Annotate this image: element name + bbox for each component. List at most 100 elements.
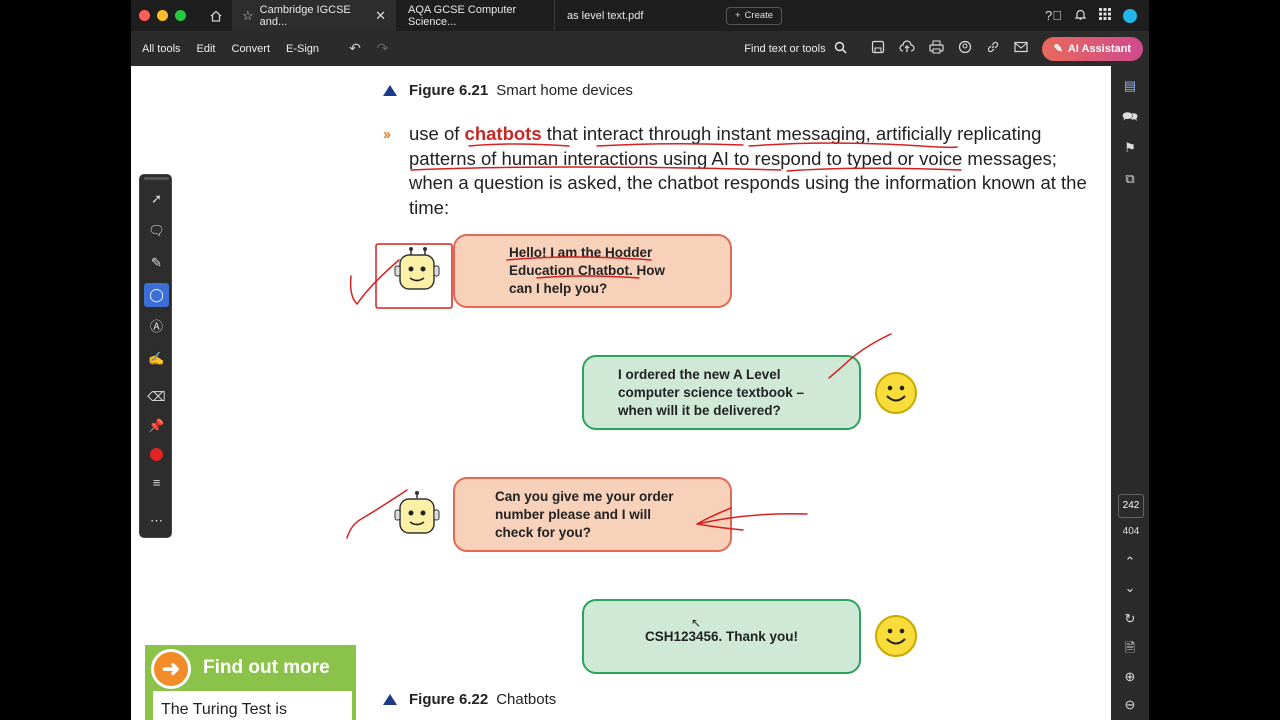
chat-bubble-user-1: I ordered the new A Level computer scien… <box>582 355 861 430</box>
eraser-icon[interactable]: ⌫ <box>144 385 169 409</box>
tab-bar-actions: ?⃝ <box>1045 8 1137 24</box>
chat-text: CSH123456. Thank you! <box>644 628 799 644</box>
search-doc-icon[interactable] <box>958 40 972 57</box>
close-icon[interactable]: ✕ <box>375 8 386 24</box>
pin-icon[interactable]: 📌 <box>144 414 169 438</box>
find-out-more-body: The Turing Test is <box>153 691 352 720</box>
tab-label: as level text.pdf <box>567 9 644 22</box>
keyword-chatbots: chatbots <box>464 123 542 144</box>
chevron-up-icon[interactable]: ⌃ <box>1122 554 1138 570</box>
current-page-field[interactable]: 242 <box>1118 494 1144 518</box>
chat-bubble-bot-1: Hello! I am the Hodder Education Chatbot… <box>453 234 732 308</box>
comments-icon[interactable]: 🗪 <box>1122 109 1138 125</box>
robot-face-icon <box>392 490 442 545</box>
tab-cambridge[interactable]: ☆ Cambridge IGCSE and... ✕ <box>232 0 396 31</box>
find-out-more-title: Find out more <box>203 657 330 678</box>
undo-icon[interactable]: ↶ <box>349 40 361 57</box>
triangle-icon <box>383 85 397 96</box>
color-picker-red[interactable] <box>150 448 163 461</box>
ai-assistant-label: AI Assistant <box>1067 42 1131 55</box>
toolbar-menu: All tools Edit Convert E-Sign <box>142 43 319 55</box>
smiley-face-icon <box>875 372 917 414</box>
chat-text: Can you give me your order number please… <box>495 488 674 540</box>
chevron-down-icon[interactable]: ⌄ <box>1122 580 1138 596</box>
chatbot-paragraph: use of chatbots that interact through in… <box>409 122 1089 220</box>
figure-title: Smart home devices <box>496 82 633 99</box>
toolbar-icons <box>871 40 1028 57</box>
undo-redo-group: ↶ ↷ <box>349 40 388 57</box>
home-icon[interactable] <box>204 4 228 28</box>
select-cursor-icon[interactable]: ➚ <box>144 187 169 211</box>
ai-assistant-button[interactable]: ✎ AI Assistant <box>1041 36 1143 61</box>
chat-text: I ordered the new A Level computer scien… <box>618 366 805 418</box>
window-controls <box>139 10 186 21</box>
plus-icon: + <box>735 10 741 21</box>
avatar[interactable] <box>1123 8 1137 23</box>
esign-button[interactable]: E-Sign <box>286 43 319 55</box>
figure-caption-6-21: Figure 6.21 Smart home devices <box>383 82 633 99</box>
create-button[interactable]: + Create <box>726 6 783 25</box>
freehand-draw-icon[interactable]: ◯ <box>144 283 169 307</box>
figure-title: Chatbots <box>496 691 557 708</box>
all-tools-button[interactable]: All tools <box>142 43 181 55</box>
apps-grid-icon[interactable] <box>1099 8 1111 23</box>
text-box-icon[interactable]: Ⓐ <box>144 315 169 339</box>
triangle-icon <box>383 694 397 705</box>
more-options-icon[interactable]: ⋯ <box>144 509 169 533</box>
zoom-in-icon[interactable]: ⊕ <box>1122 669 1138 685</box>
highlighter-icon[interactable]: ✎ <box>144 251 169 275</box>
find-out-more-box: ➜ Find out more The Turing Test is <box>145 645 356 720</box>
edit-pdf-icon[interactable]: ▤ <box>1122 78 1138 94</box>
find-label: Find text or tools <box>744 42 826 55</box>
smiley-face-icon <box>875 615 917 657</box>
page-fit-icon[interactable]: 🗎 <box>1122 640 1138 656</box>
bell-icon[interactable] <box>1074 8 1087 24</box>
maximize-window-button[interactable] <box>175 10 186 21</box>
minimize-window-button[interactable] <box>157 10 168 21</box>
create-label: Create <box>744 10 774 21</box>
find-tools-button[interactable]: Find text or tools <box>744 41 847 57</box>
sign-pen-icon[interactable]: ✍ <box>144 347 169 371</box>
robot-face-icon <box>392 246 442 301</box>
mail-icon[interactable] <box>1014 41 1028 56</box>
figure-label: Figure 6.22 <box>409 691 489 708</box>
stroke-width-icon[interactable]: ≡ <box>144 471 169 495</box>
figure-label: Figure 6.21 <box>409 82 489 99</box>
close-window-button[interactable] <box>139 10 150 21</box>
arrow-right-icon: ➜ <box>151 649 191 689</box>
save-icon[interactable] <box>871 40 885 57</box>
refresh-icon[interactable]: ↻ <box>1122 611 1138 627</box>
link-icon[interactable] <box>986 40 1000 57</box>
ai-sparkle-icon: ✎ <box>1053 43 1063 55</box>
bookmarks-icon[interactable]: ⚑ <box>1122 140 1138 156</box>
tab-aqa[interactable]: AQA GCSE Computer Science... <box>396 0 554 31</box>
chat-bubble-user-2: CSH123456. Thank you! <box>582 599 861 674</box>
tab-as-level[interactable]: as level text.pdf <box>554 0 722 31</box>
star-icon[interactable]: ☆ <box>242 8 254 24</box>
tab-label: Cambridge IGCSE and... <box>259 3 351 28</box>
total-pages: 404 <box>1122 526 1140 537</box>
pdf-viewer-window: ☆ Cambridge IGCSE and... ✕ AQA GCSE Comp… <box>131 0 1149 720</box>
convert-button[interactable]: Convert <box>232 43 271 55</box>
figure-caption-6-22: Figure 6.22 Chatbots <box>383 691 556 708</box>
help-icon[interactable]: ?⃝ <box>1045 8 1062 23</box>
chat-bubble-bot-2: Can you give me your order number please… <box>453 477 732 552</box>
redo-icon[interactable]: ↷ <box>377 40 389 57</box>
document-page: Figure 6.21 Smart home devices ›› use of… <box>131 66 1111 720</box>
add-comment-icon[interactable]: 🗨 <box>144 219 169 243</box>
edit-button[interactable]: Edit <box>197 43 216 55</box>
double-chevron-icon: ›› <box>383 126 391 143</box>
drag-handle[interactable] <box>144 177 169 180</box>
upload-cloud-icon[interactable] <box>899 40 915 57</box>
tab-label: AQA GCSE Computer Science... <box>408 3 517 28</box>
right-rail: ▤ 🗪 ⚑ ⧉ 242 404 ⌃ ⌄ ↻ 🗎 ⊕ ⊖ <box>1111 66 1149 720</box>
tab-bar: ☆ Cambridge IGCSE and... ✕ AQA GCSE Comp… <box>131 0 1149 31</box>
zoom-out-icon[interactable]: ⊖ <box>1122 697 1138 713</box>
search-icon <box>834 41 847 57</box>
para-pre: use of <box>409 123 465 144</box>
pages-icon[interactable]: ⧉ <box>1122 171 1138 187</box>
main-toolbar: All tools Edit Convert E-Sign ↶ ↷ Find t… <box>131 31 1149 66</box>
annotation-tools-strip: ➚ 🗨 ✎ ◯ Ⓐ ✍ ⌫ 📌 ≡ ⋯ <box>139 174 172 538</box>
print-icon[interactable] <box>929 40 944 57</box>
chat-text: Hello! I am the Hodder Education Chatbot… <box>509 245 665 296</box>
